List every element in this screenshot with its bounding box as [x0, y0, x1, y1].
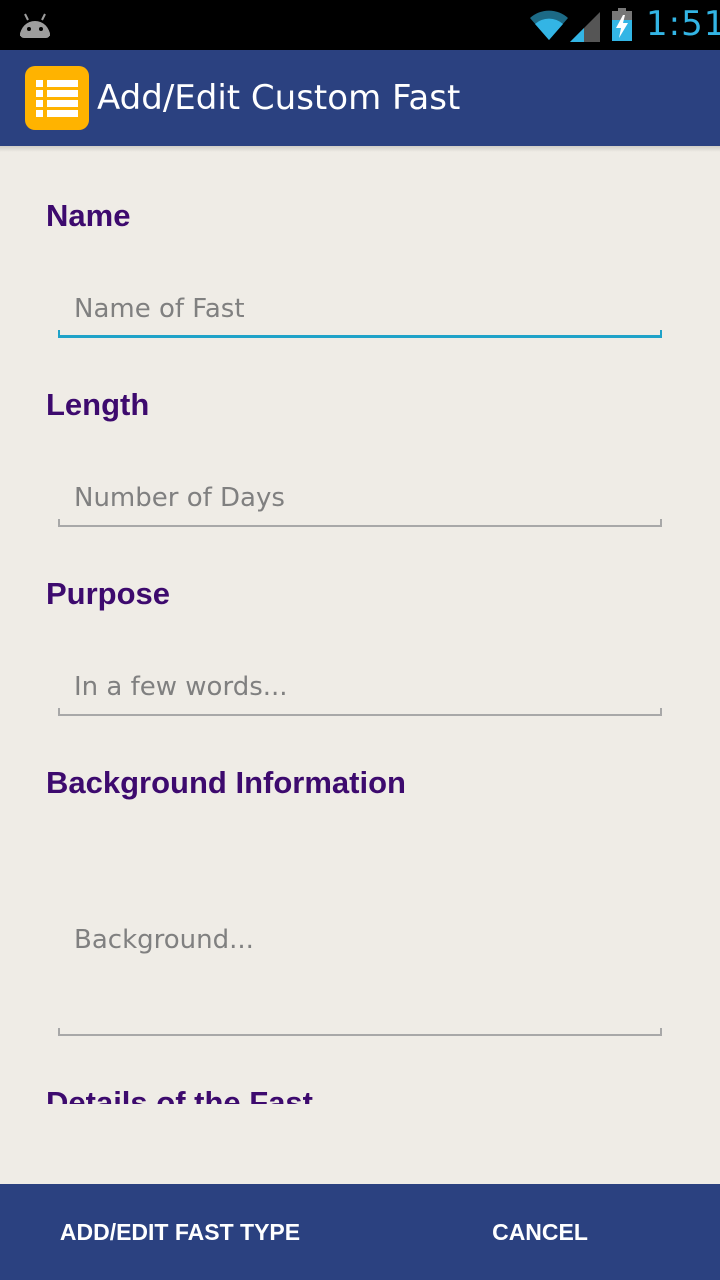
- purpose-input[interactable]: In a few words...: [58, 658, 662, 716]
- purpose-label: Purpose: [46, 576, 171, 611]
- length-label: Length: [46, 387, 150, 422]
- battery-charging-icon: [612, 8, 632, 41]
- length-placeholder: Number of Days: [74, 483, 285, 513]
- background-label: Background Information: [46, 765, 406, 800]
- name-underline: [58, 330, 662, 338]
- background-underline: [58, 1028, 662, 1036]
- action-bar: Add/Edit Custom Fast: [0, 50, 720, 146]
- background-placeholder: Background...: [74, 925, 254, 955]
- cancel-button[interactable]: CANCEL: [360, 1184, 720, 1280]
- background-input[interactable]: Background...: [58, 832, 662, 1036]
- clock: 1:51: [646, 4, 720, 44]
- name-placeholder: Name of Fast: [74, 294, 245, 324]
- add-edit-fast-type-button[interactable]: ADD/EDIT FAST TYPE: [0, 1184, 360, 1280]
- name-input[interactable]: Name of Fast: [58, 280, 662, 338]
- purpose-underline: [58, 708, 662, 716]
- bottom-bar: ADD/EDIT FAST TYPE CANCEL: [0, 1184, 720, 1280]
- list-icon[interactable]: [25, 66, 89, 130]
- length-underline: [58, 519, 662, 527]
- signal-icon: [570, 12, 600, 42]
- fast-form: Name Name of Fast Length Number of Days …: [0, 152, 720, 1104]
- purpose-placeholder: In a few words...: [74, 672, 288, 702]
- page-title: Add/Edit Custom Fast: [97, 78, 461, 118]
- wifi-icon: [530, 10, 568, 40]
- android-icon: [20, 13, 50, 38]
- length-input[interactable]: Number of Days: [58, 469, 662, 527]
- name-label: Name: [46, 198, 131, 233]
- details-label: Details of the Fast: [46, 1085, 313, 1104]
- status-bar: 1:51: [0, 0, 720, 50]
